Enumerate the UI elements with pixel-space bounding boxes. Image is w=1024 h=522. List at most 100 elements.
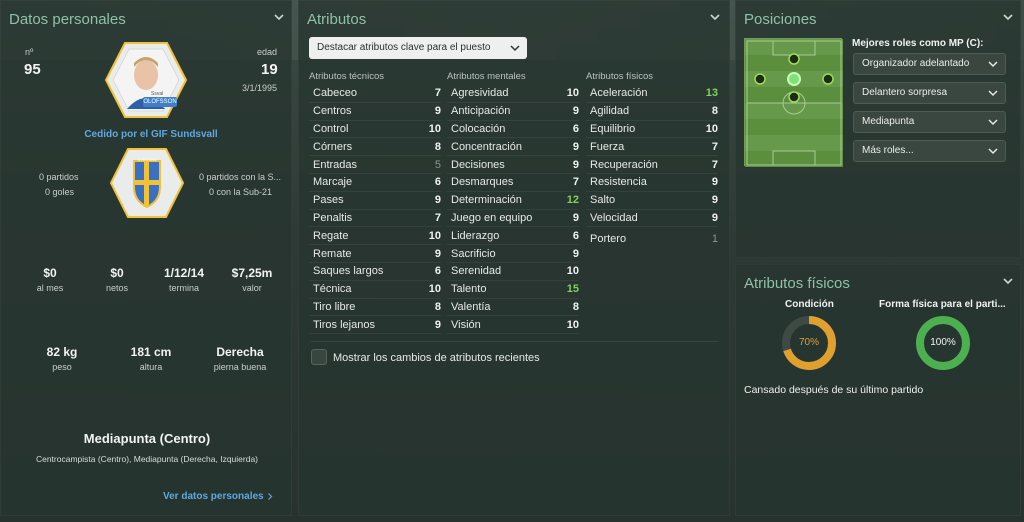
net-stat: $0 netos <box>105 266 129 293</box>
caps-left: 0 partidos <box>39 172 79 182</box>
attribute-name: Determinación <box>451 194 522 207</box>
attribute-row: Valentía 8 <box>447 299 579 317</box>
attribute-value: 7 <box>434 87 441 100</box>
positions-panel-title: Posiciones <box>744 11 817 28</box>
physical-attributes-header: Atributos físicos <box>586 71 654 82</box>
player-card-sub: Ssval <box>151 91 164 97</box>
show-recent-changes-checkbox[interactable] <box>311 349 327 365</box>
attribute-value: 8 <box>711 105 718 118</box>
chevron-right-icon <box>267 493 272 500</box>
attribute-value: 9 <box>572 211 579 224</box>
attributes-collapse-chevron-icon[interactable] <box>709 11 721 23</box>
technical-attributes-header: Atributos técnicos <box>309 71 384 82</box>
attribute-value: 9 <box>572 105 579 118</box>
attribute-row: Tiros lejanos 9 <box>309 316 441 335</box>
condition-gauge: 70% <box>781 315 837 371</box>
attribute-name: Anticipación <box>451 105 511 118</box>
attribute-row: Colocación 6 <box>447 121 579 139</box>
attribute-value: 9 <box>572 140 579 153</box>
view-personal-data-label: Ver datos personales <box>163 491 264 502</box>
more-roles-dropdown[interactable]: Más roles... <box>853 140 1006 162</box>
attribute-name: Tiros lejanos <box>313 318 375 331</box>
attribute-name: Remate <box>313 247 352 260</box>
attribute-row: Entradas 5 <box>309 156 441 174</box>
best-roles-title: Mejores roles como MP (C): <box>852 38 984 49</box>
attribute-name: Entradas <box>313 158 358 171</box>
attribute-row: Cabeceo 7 <box>309 85 441 103</box>
role-dropdown-1[interactable]: Organizador adelantado <box>853 53 1006 75</box>
main-position: Mediapunta (Centro) <box>83 431 211 446</box>
national-federation-badge: SVENSKA <box>109 147 185 219</box>
attribute-row: Control 10 <box>309 121 441 139</box>
attribute-name: Pases <box>313 194 344 207</box>
attribute-name: Desmarques <box>451 176 514 189</box>
attribute-row: Pases 9 <box>309 192 441 210</box>
attribute-name: Saques largos <box>313 265 384 278</box>
attribute-row: Juego en equipo 9 <box>447 210 579 228</box>
fitness-label: Forma física para el parti... <box>879 299 1006 310</box>
attribute-name: Fuerza <box>590 140 625 153</box>
attribute-value: 7 <box>434 211 441 224</box>
role-label: Más roles... <box>862 145 914 156</box>
attribute-row: Remate 9 <box>309 245 441 263</box>
attribute-value: 6 <box>572 122 579 135</box>
attribute-row: Córners 8 <box>309 138 441 157</box>
attribute-value: 10 <box>428 122 441 135</box>
attribute-value: 10 <box>428 229 441 242</box>
attribute-row: Recuperación 7 <box>586 156 718 174</box>
attribute-row: Fuerza 7 <box>586 138 718 157</box>
attribute-value: 9 <box>572 247 579 260</box>
positions-panel: Posiciones Mejores roles como MP (C): Or… <box>735 0 1021 258</box>
fatigue-status: Cansado después de su último partido <box>744 384 924 396</box>
loan-club-link[interactable]: Cedido por el GIF Sundsvall <box>61 129 241 140</box>
squad-number: 95 <box>24 61 41 78</box>
attribute-value: 15 <box>566 283 579 296</box>
chevron-down-icon <box>988 90 998 97</box>
chevron-down-icon <box>988 61 998 68</box>
birthdate: 3/1/1995 <box>242 83 278 93</box>
attribute-row: Salto 9 <box>586 192 718 210</box>
mental-attributes-header: Atributos mentales <box>447 71 526 82</box>
attribute-name: Centros <box>313 105 352 118</box>
attribute-name: Valentía <box>451 300 491 313</box>
attribute-row: Centros 9 <box>309 103 441 121</box>
attribute-row: Talento 15 <box>447 281 579 299</box>
attribute-name: Colocación <box>451 122 506 135</box>
view-personal-data-link[interactable]: Ver datos personales <box>163 491 273 502</box>
highlight-dropdown-label: Destacar atributos clave para el puesto <box>317 42 491 53</box>
attribute-value: 10 <box>566 87 579 100</box>
attribute-name: Visión <box>451 318 481 331</box>
highlight-attributes-dropdown[interactable]: Destacar atributos clave para el puesto <box>309 37 527 59</box>
attribute-name: Sacrificio <box>451 247 496 260</box>
attribute-value: 10 <box>566 265 579 278</box>
attribute-row: Marcaje 6 <box>309 174 441 192</box>
physical-panel-title: Atributos físicos <box>744 275 850 292</box>
attribute-row: Aceleración 13 <box>586 85 718 103</box>
personal-collapse-chevron-icon[interactable] <box>273 11 285 23</box>
role-dropdown-2[interactable]: Delantero sorpresa <box>853 82 1006 104</box>
age-value: 19 <box>261 61 278 78</box>
attribute-name: Técnica <box>313 283 352 296</box>
all-positions: Centrocampista (Centro), Mediapunta (Der… <box>35 454 259 464</box>
attribute-row: Saques largos 6 <box>309 263 441 281</box>
attributes-panel: Atributos Destacar atributos clave para … <box>298 0 730 516</box>
attribute-row: Serenidad 10 <box>447 263 579 281</box>
physical-collapse-chevron-icon[interactable] <box>1002 275 1014 287</box>
attribute-name: Decisiones <box>451 158 505 171</box>
contract-end-stat: 1/12/14 termina <box>163 266 205 293</box>
attribute-value: 9 <box>434 318 441 331</box>
attribute-name: Liderazgo <box>451 229 500 242</box>
attribute-value: 10 <box>428 283 441 296</box>
divider <box>311 341 719 342</box>
attribute-name: Velocidad <box>590 211 638 224</box>
show-recent-changes-label[interactable]: Mostrar los cambios de atributos recient… <box>333 352 540 364</box>
role-dropdown-3[interactable]: Mediapunta <box>853 111 1006 133</box>
attribute-row: Decisiones 9 <box>447 156 579 174</box>
positions-collapse-chevron-icon[interactable] <box>1002 11 1014 23</box>
role-label: Delantero sorpresa <box>862 87 948 98</box>
attribute-row: Anticipación 9 <box>447 103 579 121</box>
attribute-name: Agresividad <box>451 87 509 100</box>
attribute-row: Penaltis 7 <box>309 210 441 228</box>
attribute-value: 8 <box>434 140 441 153</box>
goalkeeper-attribute-row: Portero 1 <box>586 230 718 248</box>
